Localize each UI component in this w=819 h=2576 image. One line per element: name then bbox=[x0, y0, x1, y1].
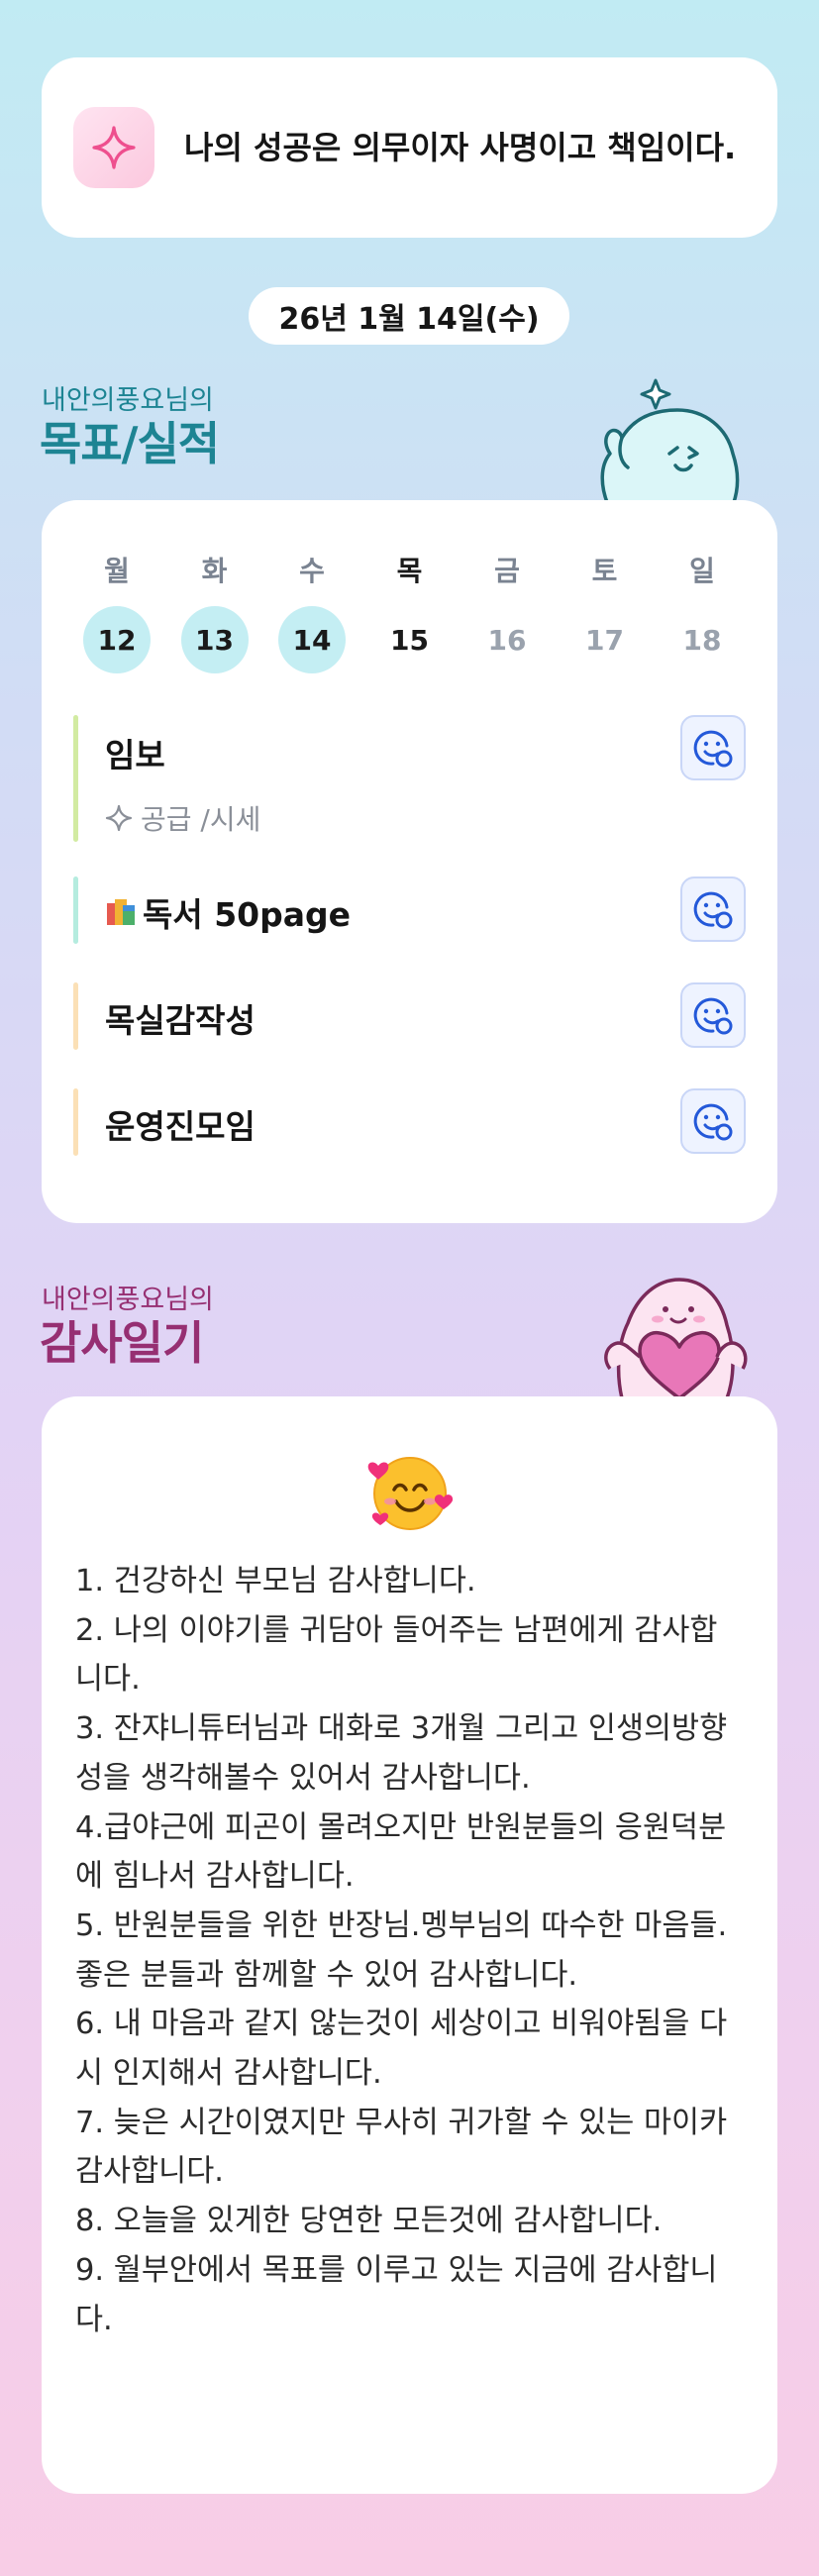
gratitude-journal-text: 1. 건강하신 부모님 감사합니다. 2. 나의 이야기를 귀담아 들어주는 남… bbox=[75, 1564, 728, 2337]
week-dates: 12 13 14 15 16 17 18 bbox=[83, 606, 736, 673]
goal-color-bar bbox=[73, 982, 78, 1050]
goal-color-bar bbox=[73, 715, 78, 842]
goal-subtitle: 공급 /시세 bbox=[105, 798, 260, 838]
weekday-thu: 목 bbox=[396, 555, 423, 587]
date-13[interactable]: 13 bbox=[180, 606, 249, 673]
weekday-wed: 수 bbox=[299, 555, 325, 587]
goal-reaction-button[interactable] bbox=[680, 715, 746, 780]
smile-add-icon bbox=[693, 730, 733, 768]
goal-title-text: 독서 50page bbox=[143, 895, 352, 934]
date-18[interactable]: 18 bbox=[668, 606, 736, 673]
goal-title: 독서 50page bbox=[105, 888, 351, 936]
sparkle-icon bbox=[105, 804, 133, 832]
goals-card: 월 화 수 목 금 토 일 12 13 14 15 16 17 18 임보 공급… bbox=[42, 500, 777, 1223]
week-days: 월 화 수 목 금 토 일 bbox=[83, 550, 736, 589]
goals-title: 목표/실적 bbox=[40, 417, 220, 470]
weekday-sat: 토 bbox=[591, 555, 618, 587]
ghost-mascot-icon bbox=[594, 376, 743, 509]
goal-item[interactable]: 임보 공급 /시세 bbox=[73, 715, 746, 842]
goal-item[interactable]: 운영진모임 bbox=[73, 1088, 746, 1156]
goal-subtitle-text: 공급 /시세 bbox=[141, 803, 261, 836]
goal-item[interactable]: 독서 50page bbox=[73, 876, 746, 944]
weekday-sun: 일 bbox=[689, 555, 715, 587]
date-14[interactable]: 14 bbox=[278, 606, 346, 673]
motto-text: 나의 성공은 의무이자 사명이고 책임이다. bbox=[184, 129, 737, 166]
books-icon bbox=[107, 899, 135, 925]
sparkle-icon bbox=[73, 107, 154, 188]
goal-reaction-button[interactable] bbox=[680, 876, 746, 942]
goal-reaction-button[interactable] bbox=[680, 982, 746, 1048]
goal-title: 목실감작성 bbox=[105, 1001, 256, 1040]
motto-card: 나의 성공은 의무이자 사명이고 책임이다. bbox=[42, 57, 777, 238]
gratitude-title: 감사일기 bbox=[40, 1316, 204, 1370]
smile-add-icon bbox=[693, 1103, 733, 1141]
smiling-face-with-hearts-icon bbox=[364, 1446, 456, 1541]
weekday-mon: 월 bbox=[104, 555, 130, 587]
gratitude-card: 1. 건강하신 부모님 감사합니다. 2. 나의 이야기를 귀담아 들어주는 남… bbox=[42, 1396, 777, 2494]
goal-title: 운영진모임 bbox=[105, 1107, 256, 1146]
date-label[interactable]: 26년 1월 14일(수) bbox=[249, 287, 569, 345]
date-15[interactable]: 15 bbox=[376, 606, 444, 673]
goal-title: 임보 bbox=[105, 736, 165, 774]
goal-color-bar bbox=[73, 876, 78, 944]
goal-reaction-button[interactable] bbox=[680, 1088, 746, 1154]
weekday-tue: 화 bbox=[201, 555, 228, 587]
smile-add-icon bbox=[693, 997, 733, 1035]
date-12[interactable]: 12 bbox=[83, 606, 151, 673]
date-16[interactable]: 16 bbox=[473, 606, 541, 673]
goal-item[interactable]: 목실감작성 bbox=[73, 982, 746, 1050]
date-17[interactable]: 17 bbox=[571, 606, 639, 673]
goal-color-bar bbox=[73, 1088, 78, 1156]
heart-mascot-icon bbox=[592, 1274, 751, 1402]
smile-add-icon bbox=[693, 891, 733, 929]
weekday-fri: 금 bbox=[494, 555, 520, 587]
